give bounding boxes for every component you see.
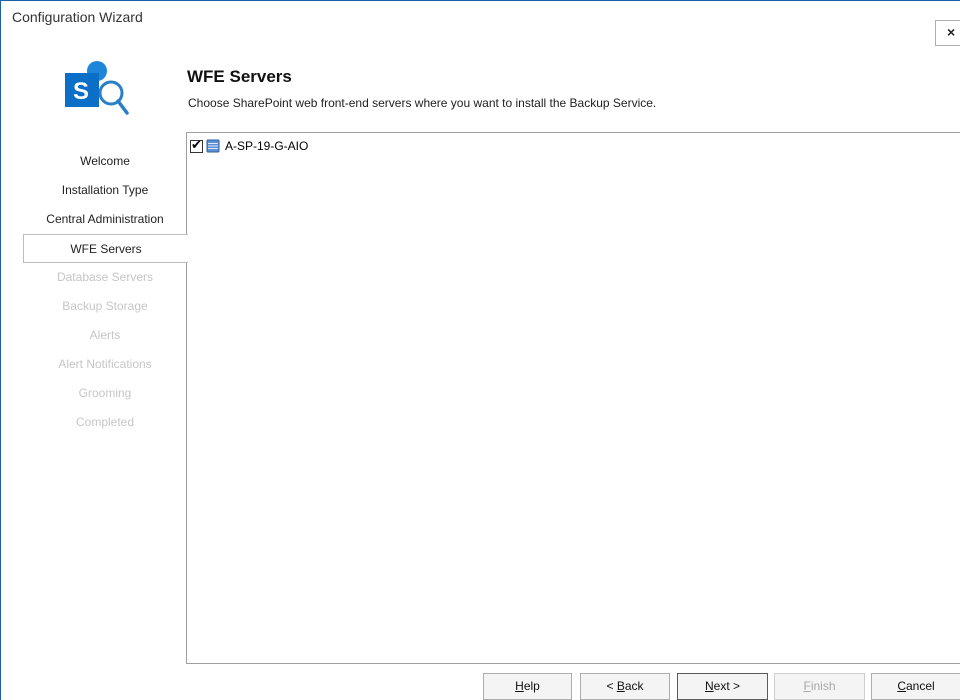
configuration-wizard-window: Configuration Wizard × S Welcome Install… xyxy=(0,0,960,700)
sharepoint-logo-icon: S xyxy=(63,57,131,119)
nav-item-alert-notifications: Alert Notifications xyxy=(58,357,152,371)
wizard-steps: Welcome Installation Type Central Admini… xyxy=(23,147,188,437)
nav-item-installation-type[interactable]: Installation Type xyxy=(23,176,187,205)
back-prefix: < xyxy=(606,679,617,693)
cancel-mnemonic: C xyxy=(897,679,906,693)
list-item[interactable]: ✔ A-SP-19-G-AIO xyxy=(190,136,309,154)
nav-item-welcome[interactable]: Welcome xyxy=(23,147,187,176)
finish-label: inish xyxy=(810,679,836,693)
logo-letter: S xyxy=(73,78,89,105)
nav-item-central-administration[interactable]: Central Administration xyxy=(23,205,187,234)
close-button[interactable]: × xyxy=(935,20,960,46)
title-bar: Configuration Wizard xyxy=(1,1,960,31)
back-button[interactable]: < Back xyxy=(580,673,670,700)
server-icon xyxy=(206,139,220,153)
next-label: ext > xyxy=(713,679,741,693)
server-checkbox[interactable]: ✔ xyxy=(190,136,203,153)
next-button[interactable]: Next > xyxy=(677,673,768,700)
cancel-button[interactable]: Cancel xyxy=(871,673,960,700)
close-icon: × xyxy=(947,24,956,40)
finish-mnemonic: F xyxy=(803,679,811,693)
finish-button: Finish xyxy=(774,673,865,700)
server-list[interactable]: ✔ A-SP-19-G-AIO xyxy=(186,132,960,664)
help-label: elp xyxy=(523,679,540,693)
nav-item-wfe-servers[interactable]: WFE Servers xyxy=(23,234,188,263)
help-mnemonic: H xyxy=(515,679,524,693)
page-title: WFE Servers xyxy=(187,67,292,86)
next-mnemonic: N xyxy=(704,679,714,693)
back-label: ack xyxy=(624,679,644,693)
back-mnemonic: B xyxy=(616,679,625,693)
page-description: Choose SharePoint web front-end servers … xyxy=(188,96,657,110)
nav-item-completed: Completed xyxy=(75,415,135,429)
nav-item-alerts: Alerts xyxy=(89,328,121,342)
help-button[interactable]: Help xyxy=(483,673,572,700)
nav-item-grooming: Grooming xyxy=(78,386,132,400)
server-name: A-SP-19-G-AIO xyxy=(225,139,309,153)
nav-item-database-servers: Database Servers xyxy=(56,270,154,284)
window-title: Configuration Wizard xyxy=(12,9,143,25)
checkmark-icon: ✔ xyxy=(191,136,202,152)
cancel-label: ancel xyxy=(905,679,935,693)
nav-item-backup-storage: Backup Storage xyxy=(62,299,148,313)
